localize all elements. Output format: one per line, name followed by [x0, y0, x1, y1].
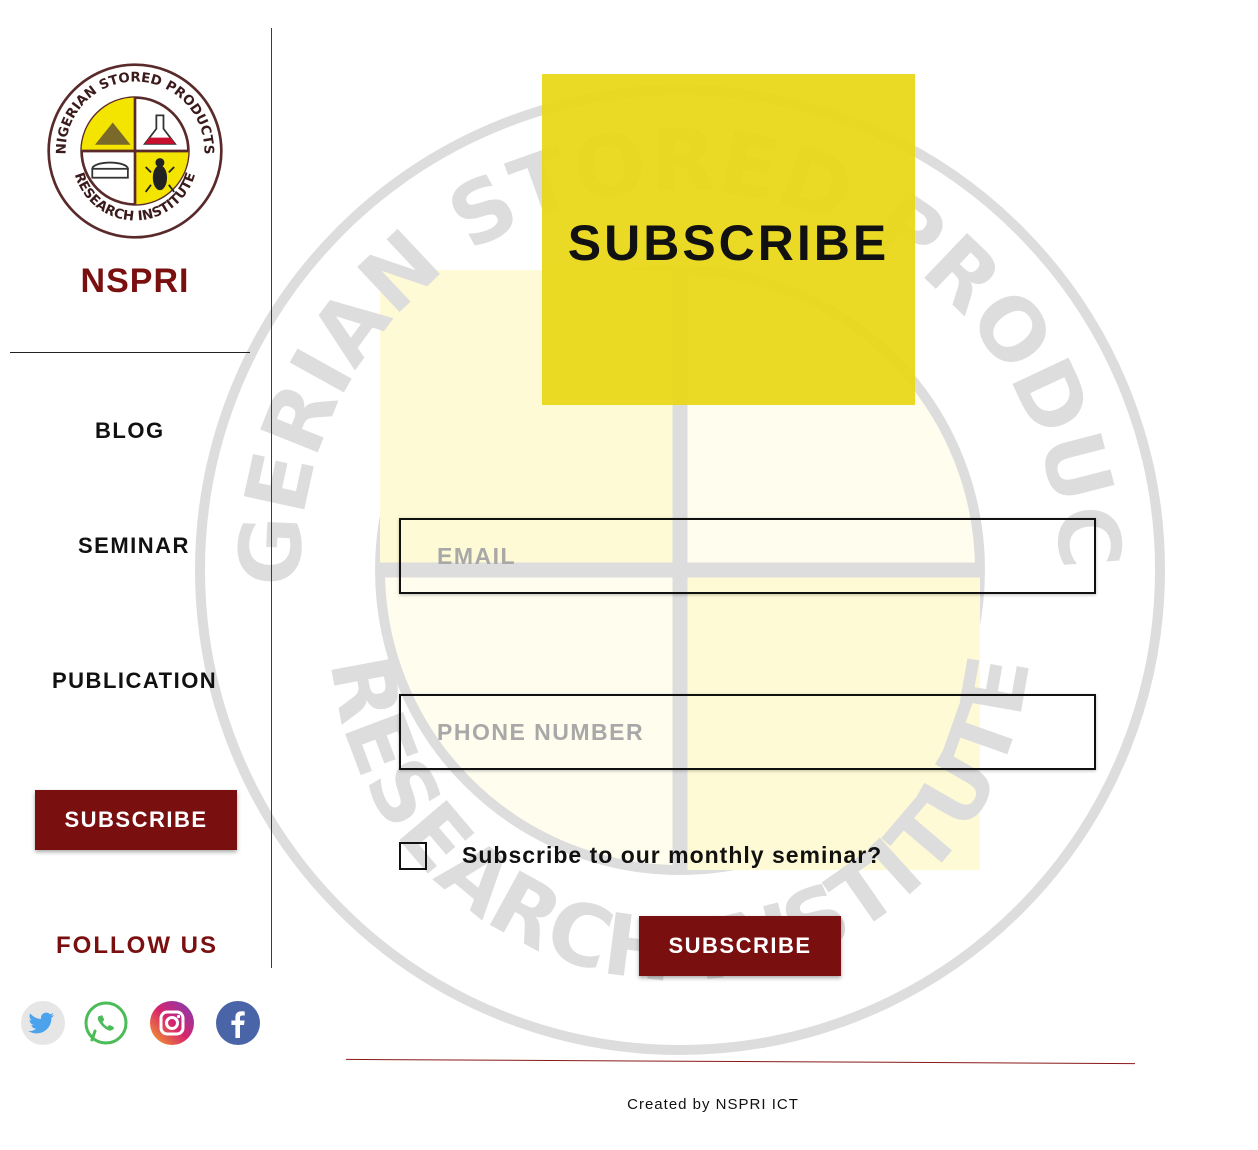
twitter-icon[interactable] — [20, 1000, 66, 1046]
nav-blog-link[interactable]: BLOG — [95, 418, 165, 444]
nav-publication-link[interactable]: PUBLICATION — [52, 668, 217, 694]
email-field-box — [399, 518, 1096, 594]
nav-seminar-link[interactable]: SEMINAR — [78, 533, 190, 559]
sidebar-subscribe-button[interactable]: SUBSCRIBE — [35, 790, 237, 850]
seminar-subscribe-label: Subscribe to our monthly seminar? — [462, 842, 883, 868]
brand-name: NSPRI — [80, 262, 190, 300]
phone-field-box — [399, 694, 1096, 770]
phone-number-input[interactable] — [401, 696, 1094, 768]
footer-credit: Created by NSPRI ICT — [627, 1096, 799, 1113]
sidebar-vertical-divider — [271, 28, 272, 968]
nspri-seal-logo-icon[interactable]: NIGERIAN STORED PRODUCTS RESEARCH INSTIT… — [46, 62, 224, 240]
hero-title: SUBSCRIBE — [567, 215, 890, 271]
seminar-subscribe-checkbox[interactable] — [399, 842, 427, 870]
email-input[interactable] — [401, 520, 1094, 592]
sidebar: NIGERIAN STORED PRODUCTS RESEARCH INSTIT… — [0, 0, 272, 1150]
instagram-icon[interactable] — [149, 1000, 195, 1046]
subscribe-submit-button[interactable]: SUBSCRIBE — [639, 916, 841, 976]
sidebar-divider — [10, 352, 250, 353]
facebook-icon[interactable] — [215, 1000, 261, 1046]
follow-us-heading: FOLLOW US — [56, 932, 218, 959]
whatsapp-icon[interactable] — [83, 1000, 129, 1046]
footer-divider — [346, 1058, 1135, 1065]
subscribe-hero-banner: SUBSCRIBE — [542, 74, 915, 405]
